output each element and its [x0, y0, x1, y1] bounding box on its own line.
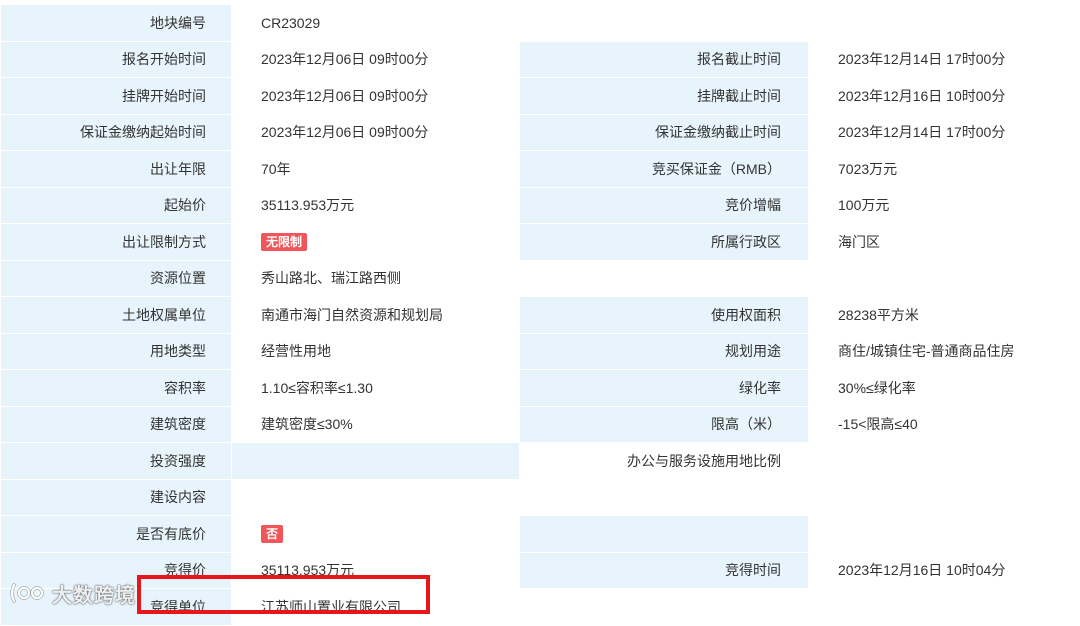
- watermark-logo-icon: [8, 581, 48, 605]
- owner-unit-value: 南通市海门自然资源和规划局: [232, 297, 520, 334]
- plot-ratio-label: 容积率: [1, 370, 232, 407]
- construction-content-value: [232, 479, 1080, 516]
- office-ratio-value: [809, 443, 1080, 480]
- restriction-tag: 无限制: [261, 233, 307, 251]
- empty-label: [520, 516, 809, 553]
- owner-unit-label: 土地权属单位: [1, 297, 232, 334]
- table-row: 土地权属单位 南通市海门自然资源和规划局 使用权面积 28238平方米: [1, 297, 1080, 334]
- restriction-label: 出让限制方式: [1, 224, 232, 261]
- table-row: 建设内容: [1, 479, 1080, 516]
- table-row: 地块编号 CR23029: [1, 5, 1080, 42]
- table-row: 出让年限 70年 竞买保证金（RMB） 7023万元: [1, 151, 1080, 188]
- restriction-value: 无限制: [232, 224, 520, 261]
- planned-use-label: 规划用途: [520, 333, 809, 370]
- use-area-label: 使用权面积: [520, 297, 809, 334]
- registration-end-value: 2023年12月14日 17时00分: [809, 41, 1080, 78]
- term-years-label: 出让年限: [1, 151, 232, 188]
- starting-price-value: 35113.953万元: [232, 187, 520, 224]
- table-row: 建筑密度 建筑密度≤30% 限高（米） -15<限高≤40: [1, 406, 1080, 443]
- empty-value: [809, 589, 1080, 626]
- deposit-start-label: 保证金缴纳起始时间: [1, 114, 232, 151]
- table-row: 出让限制方式 无限制 所属行政区 海门区: [1, 224, 1080, 261]
- bid-increment-value: 100万元: [809, 187, 1080, 224]
- reserve-price-value: 否: [232, 516, 520, 553]
- land-type-value: 经营性用地: [232, 333, 520, 370]
- table-row: 挂牌开始时间 2023年12月06日 09时00分 挂牌截止时间 2023年12…: [1, 78, 1080, 115]
- table-row: 容积率 1.10≤容积率≤1.30 绿化率 30%≤绿化率: [1, 370, 1080, 407]
- term-years-value: 70年: [232, 151, 520, 188]
- use-area-value: 28238平方米: [809, 297, 1080, 334]
- starting-price-label: 起始价: [1, 187, 232, 224]
- green-rate-label: 绿化率: [520, 370, 809, 407]
- registration-start-value: 2023年12月06日 09时00分: [232, 41, 520, 78]
- table-row: 保证金缴纳起始时间 2023年12月06日 09时00分 保证金缴纳截止时间 2…: [1, 114, 1080, 151]
- winning-time-value: 2023年12月16日 10时04分: [809, 552, 1080, 589]
- reserve-price-tag: 否: [261, 525, 283, 543]
- investment-intensity-label: 投资强度: [1, 443, 232, 480]
- deposit-end-value: 2023年12月14日 17时00分: [809, 114, 1080, 151]
- listing-start-value: 2023年12月06日 09时00分: [232, 78, 520, 115]
- land-type-label: 用地类型: [1, 333, 232, 370]
- location-label: 资源位置: [1, 260, 232, 297]
- building-density-value: 建筑密度≤30%: [232, 406, 520, 443]
- land-detail-table: 地块编号 CR23029 报名开始时间 2023年12月06日 09时00分 报…: [0, 4, 1080, 626]
- deposit-start-value: 2023年12月06日 09时00分: [232, 114, 520, 151]
- plot-number-value: CR23029: [232, 5, 1080, 42]
- listing-end-label: 挂牌截止时间: [520, 78, 809, 115]
- district-value: 海门区: [809, 224, 1080, 261]
- table-row: 是否有底价 否: [1, 516, 1080, 553]
- office-ratio-label: 办公与服务设施用地比例: [520, 443, 809, 480]
- registration-start-label: 报名开始时间: [1, 41, 232, 78]
- reserve-price-label: 是否有底价: [1, 516, 232, 553]
- construction-content-label: 建设内容: [1, 479, 232, 516]
- investment-intensity-value: [232, 443, 520, 480]
- location-value: 秀山路北、瑞江路西侧: [232, 260, 1080, 297]
- table-row: 资源位置 秀山路北、瑞江路西侧: [1, 260, 1080, 297]
- deposit-end-label: 保证金缴纳截止时间: [520, 114, 809, 151]
- table-row: 投资强度 办公与服务设施用地比例: [1, 443, 1080, 480]
- height-limit-value: -15<限高≤40: [809, 406, 1080, 443]
- table-row: 起始价 35113.953万元 竞价增幅 100万元: [1, 187, 1080, 224]
- green-rate-value: 30%≤绿化率: [809, 370, 1080, 407]
- listing-end-value: 2023年12月16日 10时00分: [809, 78, 1080, 115]
- plot-ratio-value: 1.10≤容积率≤1.30: [232, 370, 520, 407]
- winning-unit-highlight-box: [137, 575, 430, 614]
- watermark-text: 大数跨境: [52, 579, 136, 608]
- building-density-label: 建筑密度: [1, 406, 232, 443]
- bid-deposit-value: 7023万元: [809, 151, 1080, 188]
- empty-label: [520, 589, 809, 626]
- bid-increment-label: 竞价增幅: [520, 187, 809, 224]
- registration-end-label: 报名截止时间: [520, 41, 809, 78]
- listing-start-label: 挂牌开始时间: [1, 78, 232, 115]
- planned-use-value: 商住/城镇住宅-普通商品住房: [809, 333, 1080, 370]
- district-label: 所属行政区: [520, 224, 809, 261]
- bid-deposit-label: 竞买保证金（RMB）: [520, 151, 809, 188]
- height-limit-label: 限高（米）: [520, 406, 809, 443]
- table-row: 用地类型 经营性用地 规划用途 商住/城镇住宅-普通商品住房: [1, 333, 1080, 370]
- empty-value: [809, 516, 1080, 553]
- watermark: 大数跨境: [8, 578, 136, 608]
- winning-time-label: 竞得时间: [520, 552, 809, 589]
- table-row: 报名开始时间 2023年12月06日 09时00分 报名截止时间 2023年12…: [1, 41, 1080, 78]
- plot-number-label: 地块编号: [1, 5, 232, 42]
